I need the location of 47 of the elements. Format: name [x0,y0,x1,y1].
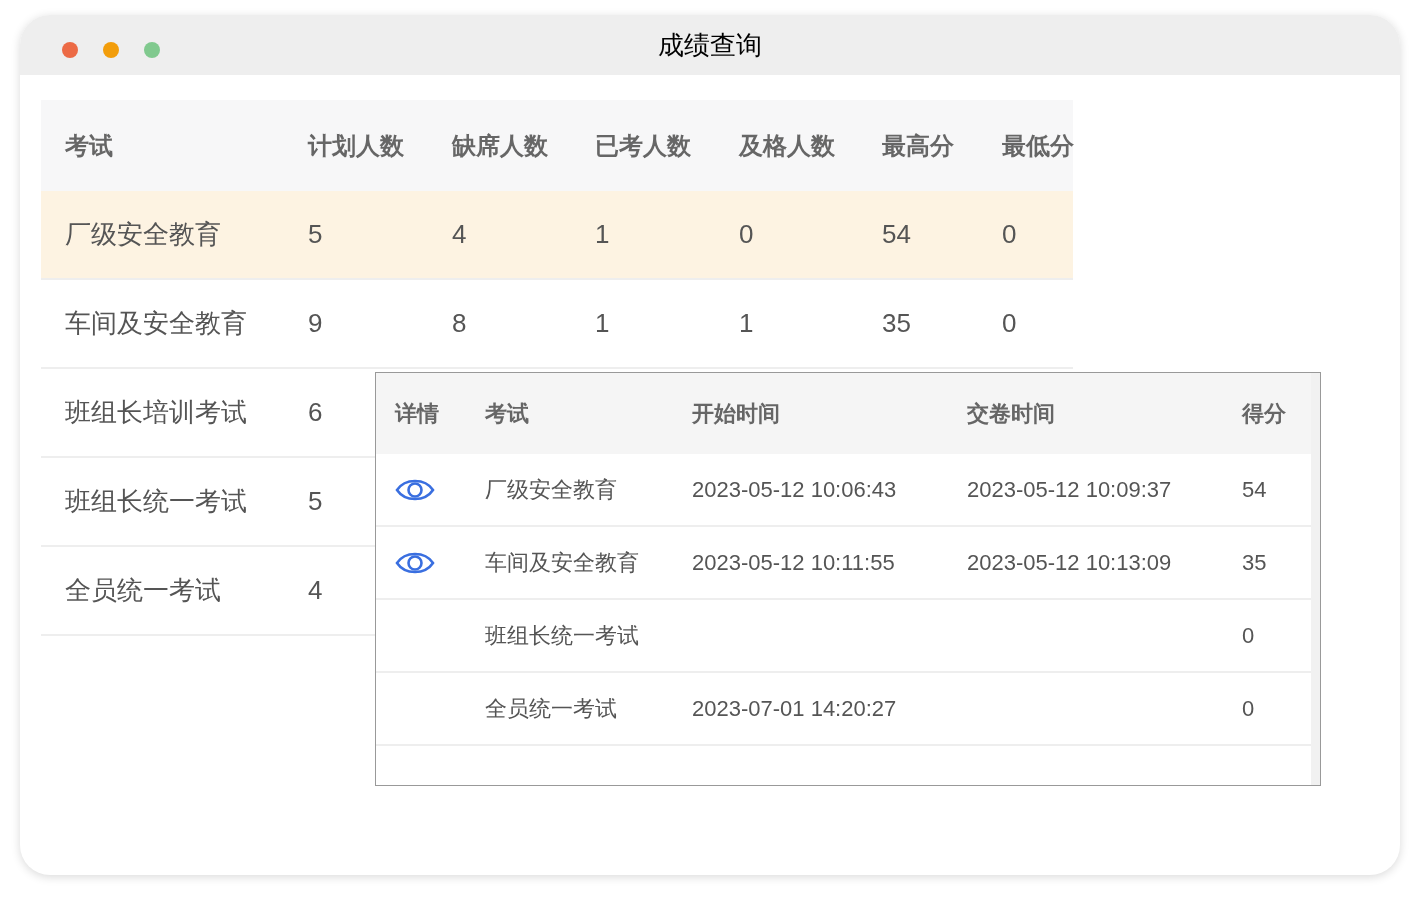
table-cell: 1 [595,308,610,338]
column-header: 开始时间 [692,401,780,426]
table-cell: 35 [1242,550,1267,575]
column-header: 计划人数 [308,131,404,159]
table-cell: 全员统一考试 [485,696,617,721]
table-cell: 班组长统一考试 [65,486,247,516]
column-header: 缺席人数 [452,131,548,159]
table-cell: 4 [452,219,467,249]
column-header: 交卷时间 [967,401,1055,426]
table-cell: 4 [308,575,323,605]
column-header: 考试 [65,131,113,159]
table-cell: 0 [1242,623,1255,648]
table-cell: 2023-05-12 10:11:55 [692,550,895,575]
column-header: 考试 [485,401,529,426]
table-cell: 全员统一考试 [65,575,221,605]
table-cell: 1 [595,219,610,249]
column-header: 最高分 [882,131,954,159]
table-cell: 班组长统一考试 [485,623,639,648]
table-cell: 1 [739,308,754,338]
table-cell: 厂级安全教育 [485,477,617,502]
table-row[interactable]: 厂级安全教育 5 4 1 0 54 0 [41,191,1073,280]
table-cell: 厂级安全教育 [65,219,221,249]
column-header: 及格人数 [739,131,835,159]
table-cell: 35 [882,308,911,338]
table-cell: 0 [1002,219,1017,249]
table-cell: 班组长培训考试 [65,397,247,427]
table-cell: 9 [308,308,323,338]
table-cell: 车间及安全教育 [65,308,247,338]
column-header: 最低分 [1002,131,1074,159]
table-cell: 2023-05-12 10:09:37 [967,477,1172,502]
table-cell: 54 [882,219,911,249]
table-cell: 0 [1242,696,1255,721]
column-header: 得分 [1242,401,1286,426]
window-title: 成绩查询 [658,28,762,62]
table-cell: 0 [739,219,754,249]
table-cell: 2023-05-12 10:13:09 [967,550,1172,575]
table-cell: 8 [452,308,467,338]
column-header: 详情 [395,401,439,426]
table-cell: 5 [308,219,323,249]
table-cell: 0 [1002,308,1017,338]
table-cell: 5 [308,486,323,516]
table-cell: 6 [308,397,323,427]
column-header: 已考人数 [595,131,691,159]
table-cell: 2023-05-12 10:06:43 [692,477,897,502]
table-cell: 2023-07-01 14:20:27 [692,696,897,721]
table-cell: 54 [1242,477,1267,502]
table-cell: 车间及安全教育 [485,550,639,575]
